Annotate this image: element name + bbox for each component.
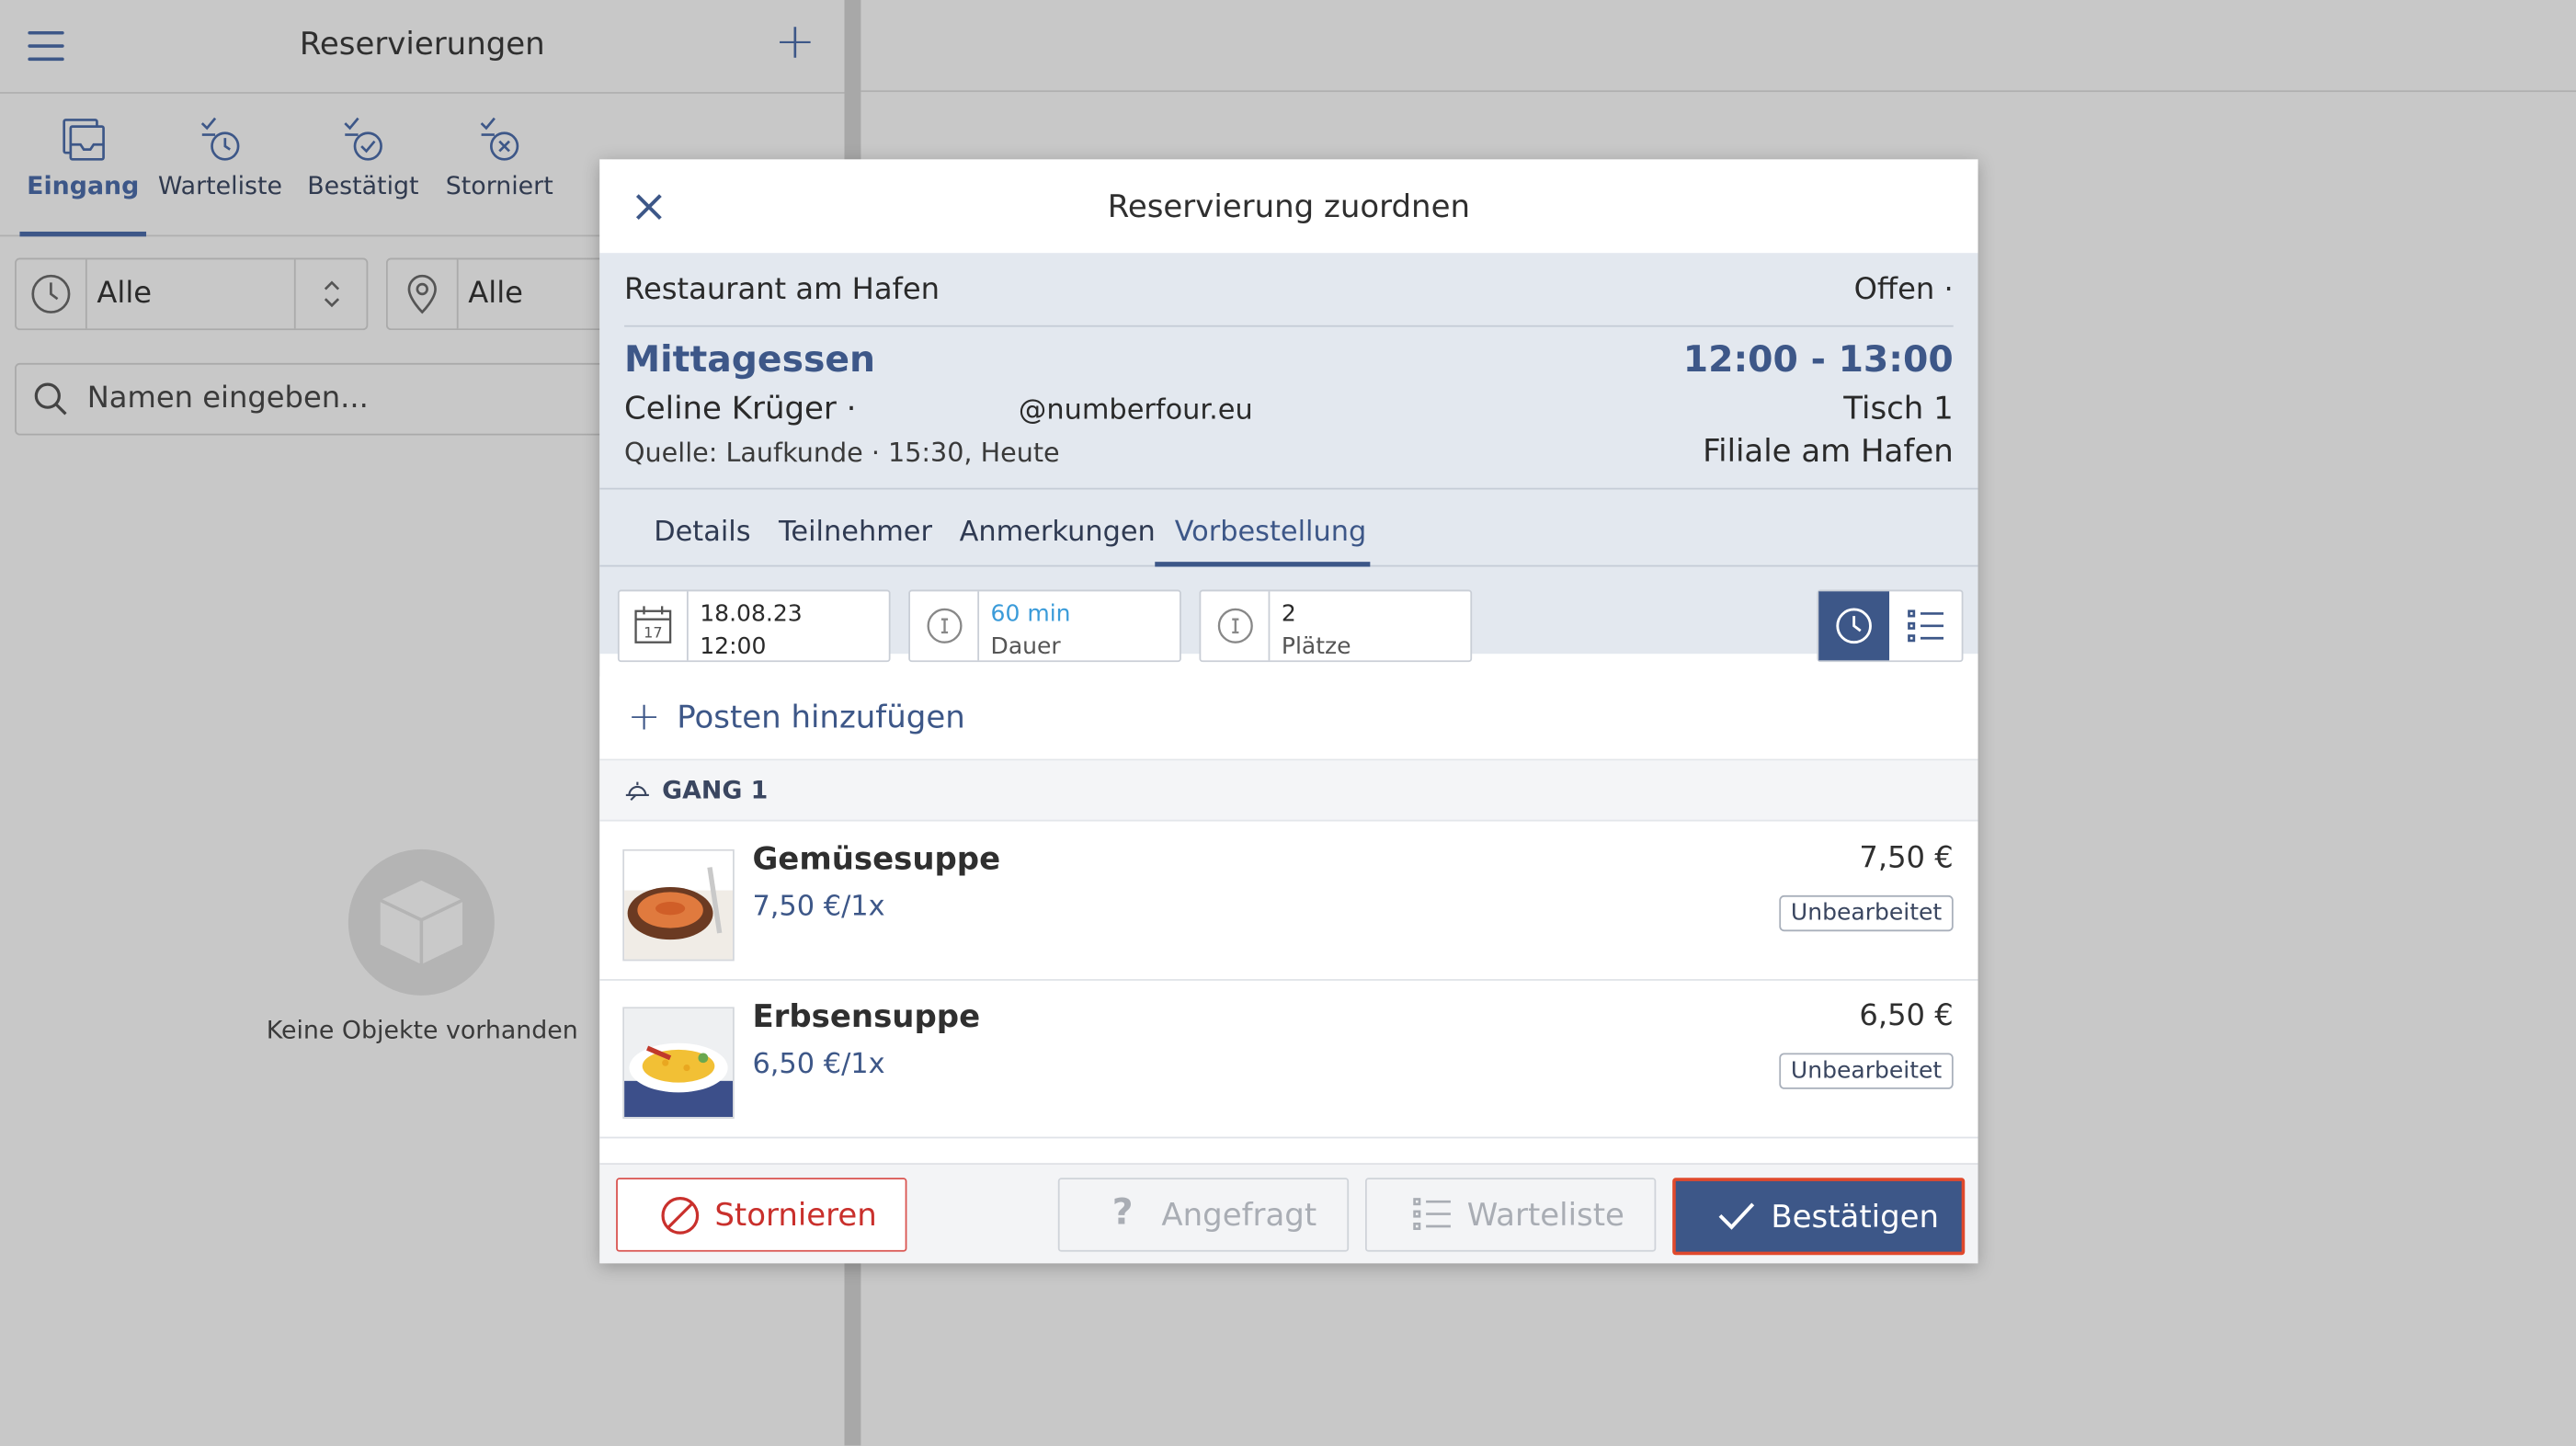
dialog-title: Reservierung zuordnen <box>1107 188 1470 225</box>
tab-teilnehmer[interactable]: Teilnehmer <box>779 516 932 549</box>
tab-storniert[interactable]: Storniert <box>440 115 559 200</box>
status-badge: Unbearbeitet <box>1779 894 1954 932</box>
tab-details[interactable]: Details <box>654 516 750 549</box>
date-value: 18.08.23 <box>700 601 803 628</box>
status-badge: Unbearbeitet <box>1779 1053 1954 1089</box>
search-icon <box>34 382 67 416</box>
time-range: 12:00 - 13:00 <box>1682 339 1954 381</box>
gemuesesuppe-image <box>622 848 735 962</box>
clock-icon <box>1836 608 1872 644</box>
list-view-button[interactable] <box>1891 591 1962 660</box>
add-item-label: Posten hinzufügen <box>677 700 965 736</box>
tab-anmerkungen[interactable]: Anmerkungen <box>960 516 1156 549</box>
active-tab-indicator <box>1155 562 1371 567</box>
item-name: Erbsensuppe <box>752 998 981 1035</box>
summary-bottom-line <box>599 487 1978 490</box>
confirmed-check-icon <box>344 117 382 161</box>
preorder-content: + Posten hinzufügen GANG 1 Gemüsesuppe 7… <box>599 677 1978 1164</box>
branch-name: Filiale am Hafen <box>1703 433 1954 471</box>
table-name: Tisch 1 <box>1843 391 1954 427</box>
confirm-label: Bestätigen <box>1771 1199 1940 1235</box>
time-filter-select[interactable]: Alle <box>15 257 369 331</box>
assign-reservation-dialog: Reservierung zuordnen Restaurant am Hafe… <box>599 159 1978 1264</box>
item-price: 6,50 € <box>1859 998 1954 1034</box>
summary-divider <box>624 324 1954 327</box>
info-icon <box>1201 591 1271 661</box>
date-time-chip[interactable]: 17 18.08.23 12:00 <box>617 589 891 663</box>
tab-label: Bestätigt <box>307 170 419 201</box>
duration-chip[interactable]: 60 min Dauer <box>908 589 1181 663</box>
panel-header: Reservierungen + <box>0 0 845 94</box>
detail-header-line <box>861 90 2576 93</box>
chevron-updown-icon <box>324 280 340 308</box>
tab-bestaetigt[interactable]: Bestätigt <box>302 115 424 200</box>
course-header: GANG 1 <box>599 760 1978 822</box>
waitlist-button[interactable]: Warteliste <box>1364 1178 1657 1252</box>
list-icon <box>1413 1198 1451 1231</box>
reservation-summary: Restaurant am Hafen Offen · Mittagessen … <box>599 253 1978 663</box>
item-name: Gemüsesuppe <box>752 840 1001 878</box>
select-divider <box>293 259 296 329</box>
duration-value: 60 min <box>990 601 1071 628</box>
tab-eingang[interactable]: Eingang <box>19 115 146 200</box>
item-price: 7,50 € <box>1859 840 1954 876</box>
duration-label: Dauer <box>990 633 1061 661</box>
location-pin-icon <box>388 259 459 329</box>
guest-name: Celine Krüger · <box>624 391 857 427</box>
tab-label: Storniert <box>445 170 553 201</box>
cancelled-x-icon <box>480 117 519 161</box>
inbox-icon <box>62 119 105 161</box>
checkmark-icon <box>1718 1202 1755 1230</box>
cancel-reservation-button[interactable]: Stornieren <box>616 1178 907 1252</box>
guest-email: @numberfour.eu <box>1018 393 1253 427</box>
list-item[interactable]: Gemüsesuppe 7,50 €/1x 7,50 € Unbearbeite… <box>599 821 1978 981</box>
course-label: GANG 1 <box>662 775 769 805</box>
view-toggle <box>1817 589 1964 663</box>
add-item-button[interactable]: + Posten hinzufügen <box>599 677 1978 761</box>
time-value: 12:00 <box>700 633 767 661</box>
add-reservation-button[interactable]: + <box>772 17 818 69</box>
clock-icon <box>17 259 87 329</box>
waitlist-clock-icon <box>200 117 240 161</box>
plus-icon: + <box>774 13 816 71</box>
svg-text:17: 17 <box>644 623 662 641</box>
course-dish-icon <box>625 781 649 802</box>
cancel-circle-icon <box>661 1197 700 1235</box>
erbsensuppe-image <box>622 1007 735 1119</box>
panel-title: Reservierungen <box>299 26 545 63</box>
timeline-view-button[interactable] <box>1818 591 1890 661</box>
active-tab-indicator <box>19 231 147 237</box>
reservation-source: Quelle: Laufkunde · 15:30, Heute <box>624 437 1060 469</box>
requested-button[interactable]: ? Angefragt <box>1057 1178 1350 1252</box>
list-icon <box>1908 609 1944 643</box>
seats-chip[interactable]: 2 Plätze <box>1199 589 1473 663</box>
confirm-button[interactable]: Bestätigen <box>1672 1178 1966 1256</box>
seats-value: 2 <box>1281 601 1296 628</box>
list-item[interactable]: Erbsensuppe 6,50 €/1x 6,50 € Unbearbeite… <box>599 979 1978 1139</box>
info-icon <box>910 591 980 661</box>
requested-label: Angefragt <box>1161 1197 1317 1235</box>
meal-title: Mittagessen <box>624 339 876 381</box>
time-filter-value: Alle <box>97 276 153 311</box>
waitlist-label: Warteliste <box>1466 1197 1624 1235</box>
item-unit-price: 6,50 €/1x <box>752 1048 885 1081</box>
restaurant-name: Restaurant am Hafen <box>624 272 940 308</box>
search-placeholder: Namen eingeben... <box>86 381 369 416</box>
dialog-footer: Stornieren ? Angefragt Warteliste Bestät… <box>599 1163 1978 1264</box>
tab-vorbestellung[interactable]: Vorbestellung <box>1175 516 1367 549</box>
tab-warteliste[interactable]: Warteliste <box>156 115 284 200</box>
cancel-label: Stornieren <box>714 1197 877 1235</box>
status-dropdown[interactable]: Offen · <box>1854 273 1954 308</box>
plus-icon: + <box>627 693 661 740</box>
location-filter-value: Alle <box>468 276 523 311</box>
tab-label: Eingang <box>27 170 140 201</box>
question-icon: ? <box>1111 1192 1134 1235</box>
box-icon <box>348 848 495 996</box>
tab-label: Warteliste <box>157 170 282 201</box>
item-unit-price: 7,50 €/1x <box>752 890 885 924</box>
seats-label: Plätze <box>1281 633 1351 661</box>
calendar-icon: 17 <box>620 591 689 661</box>
dialog-header: Reservierung zuordnen <box>599 159 1978 254</box>
